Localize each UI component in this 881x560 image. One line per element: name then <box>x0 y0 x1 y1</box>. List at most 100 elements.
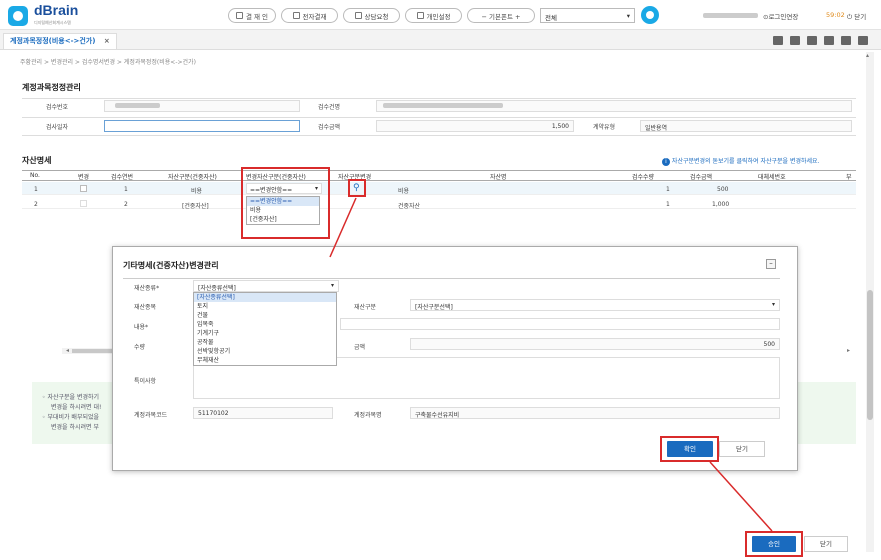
asset-kind-label: 재산종류* <box>134 285 160 292</box>
e-approval-button[interactable]: 전자결재 <box>281 8 338 23</box>
tip-line: ◦ 부대비가 배부되었을 <box>42 414 100 421</box>
account-name-label: 계정과목명 <box>354 412 382 419</box>
qty-label: 수량 <box>134 344 146 351</box>
asset-notice: i 자산구분변경의 돋보기를 클릭하여 자산구분을 변경하세요. <box>662 156 819 166</box>
page-title: 계정과목정정관리 <box>22 83 81 92</box>
tip-line: ◦ 자산구분을 변경하기 <box>42 394 100 401</box>
menu-icon[interactable] <box>824 36 834 45</box>
app-logo: dBrain <box>34 2 79 18</box>
account-name-field: 구축물수선유지비 <box>410 407 780 419</box>
row-asset-name: 건중자산 <box>398 203 421 210</box>
dropdown-option[interactable]: 기계기구 <box>194 329 336 338</box>
col-seq[interactable]: 검수연번 <box>111 172 133 181</box>
inspect-amount-label: 검수금액 <box>318 124 341 131</box>
chevron-down-icon: ▾ <box>626 12 630 20</box>
special-notes-label: 특이사항 <box>134 378 157 385</box>
columns-icon[interactable] <box>807 36 817 45</box>
footer-close-button[interactable]: 닫기 <box>804 536 848 552</box>
dropdown-option[interactable]: 선박및항공기 <box>194 347 336 356</box>
contract-type-label: 계약유형 <box>593 124 616 131</box>
asset-kind-select[interactable]: [자산종류선택] ▾ <box>193 280 339 292</box>
row-no: 1 <box>34 186 38 193</box>
contract-type-field: 일반용역 <box>640 120 852 132</box>
document-icon <box>416 12 424 19</box>
col-asset-type[interactable]: 자산구분(건중자산) <box>168 172 217 181</box>
asset-item-label: 재산종목 <box>134 304 157 311</box>
form-row-end <box>22 135 856 150</box>
session-extend-button[interactable]: ⊙로그인연장 <box>763 11 798 21</box>
close-icon[interactable]: × <box>104 37 110 45</box>
dropdown-option[interactable]: 건물 <box>194 311 336 320</box>
highlight-box <box>348 179 366 197</box>
tab-bar <box>0 30 881 50</box>
table-row[interactable] <box>22 196 856 209</box>
minimize-icon[interactable]: – <box>766 259 776 269</box>
content-field[interactable] <box>340 318 780 330</box>
asset-kind-dropdown[interactable]: [자산종류선택] 토지 건물 입목죽 기계기구 공작물 선박및항공기 무체재산 <box>193 292 337 366</box>
user-info <box>703 13 758 18</box>
tip-line: 변경을 하시려면 대! <box>51 404 102 411</box>
col-no: No. <box>30 172 40 179</box>
inspect-name-field <box>376 100 852 112</box>
amount-label: 금액 <box>354 344 366 351</box>
asset-class-label: 재산구분 <box>354 304 377 311</box>
dropdown-option[interactable]: 공작물 <box>194 338 336 347</box>
row-checkbox[interactable] <box>80 200 87 207</box>
globe-icon[interactable] <box>641 6 659 24</box>
row-seq: 1 <box>124 186 128 193</box>
logo-icon <box>8 6 28 26</box>
grid-hscroll-thumb[interactable] <box>72 349 112 353</box>
col-amount[interactable]: 검수금액 <box>690 172 712 181</box>
font-size-control[interactable]: − 기본폰트 + <box>467 8 535 23</box>
row-qty: 1 <box>666 186 670 193</box>
close-all-icon[interactable] <box>858 36 868 45</box>
breadcrumb: 주황관리 > 변경관리 > 검수명서변경 > 계정과목정정(비용<->건가) <box>20 59 196 66</box>
table-row[interactable] <box>22 182 856 195</box>
personal-settings-button[interactable]: 개인설정 <box>405 8 462 23</box>
consult-request-button[interactable]: 상담요청 <box>343 8 400 23</box>
inspect-date-label: 검사일자 <box>46 124 69 131</box>
inspect-no-label: 검수번호 <box>46 104 69 111</box>
modal-title: 기타명세(건중자산)변경관리 <box>123 261 219 270</box>
content-label: 내용* <box>134 324 149 331</box>
row-amount: 500 <box>717 186 729 193</box>
document-icon <box>292 12 300 19</box>
app-logo-subtitle: 디지털예산회계시스템 <box>34 20 71 25</box>
info-icon: i <box>662 158 670 166</box>
approver-button[interactable]: 결 재 인 <box>228 8 276 23</box>
dropdown-option[interactable]: 무체재산 <box>194 356 336 365</box>
modal-divider <box>123 278 780 279</box>
session-timer: 59:02 <box>826 11 845 19</box>
highlight-box <box>745 531 803 557</box>
chevron-up-icon[interactable]: ▴ <box>866 52 869 59</box>
inspect-date-field[interactable] <box>104 120 300 132</box>
restore-icon[interactable] <box>841 36 851 45</box>
row-asset-type: 비용 <box>191 188 203 195</box>
dropdown-option[interactable]: 입목죽 <box>194 320 336 329</box>
tip-line: 변경을 하시려면 부 <box>51 424 99 431</box>
col-asset-name[interactable]: 자산명 <box>490 172 507 181</box>
layout-icon[interactable] <box>790 36 800 45</box>
col-qty[interactable]: 검수수량 <box>632 172 654 181</box>
document-icon <box>235 12 243 19</box>
dropdown-option[interactable]: [자산종류선택] <box>194 293 336 302</box>
highlight-box <box>660 436 719 462</box>
modal-close-button[interactable]: 닫기 <box>719 441 765 457</box>
account-code-field: 51170102 <box>193 407 333 419</box>
window-icon[interactable] <box>773 36 783 45</box>
chevron-left-icon[interactable]: ◂ <box>66 347 69 354</box>
row-checkbox[interactable] <box>80 185 87 192</box>
logout-button[interactable]: ⏻ 닫기 <box>847 11 866 22</box>
asset-class-select[interactable]: [자산구분선택] ▾ <box>410 299 780 311</box>
arrow-line <box>709 461 773 532</box>
col-substitute-no[interactable]: 대체세번호 <box>758 172 786 181</box>
row-amount: 1,000 <box>712 201 730 208</box>
highlight-box <box>241 167 330 239</box>
dropdown-option[interactable]: 토지 <box>194 302 336 311</box>
chevron-right-icon[interactable]: ▸ <box>847 347 850 354</box>
tab-account-correction[interactable]: 계정과목정정(비용<->건가) × <box>3 33 117 49</box>
menu-search-select[interactable]: 전체 ▾ <box>540 8 635 23</box>
row-seq: 2 <box>124 201 128 208</box>
row-no: 2 <box>34 201 38 208</box>
page-scrollbar-thumb[interactable] <box>867 290 873 420</box>
